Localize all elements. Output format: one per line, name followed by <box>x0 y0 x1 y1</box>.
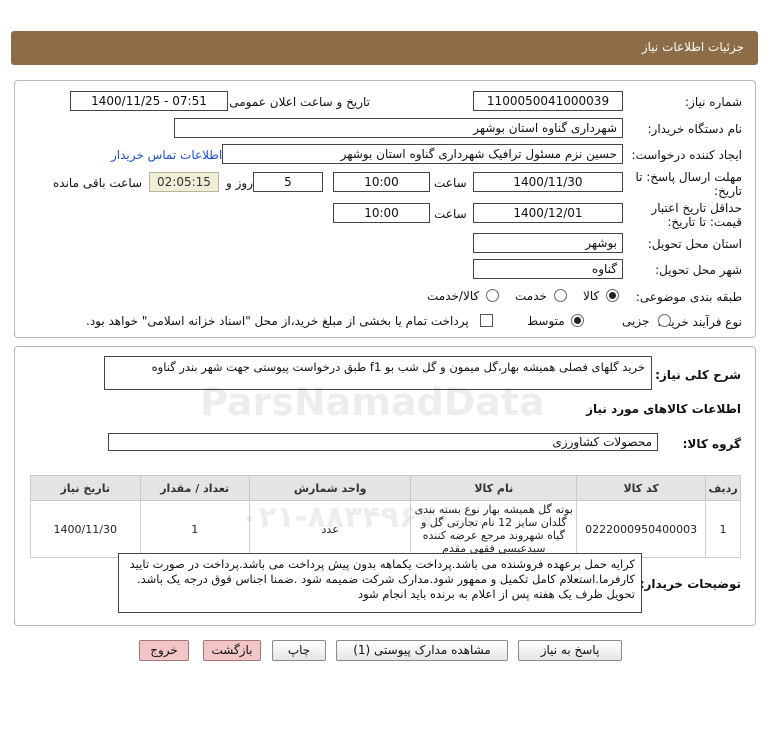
buyer-notes-label: توضیحات خریدار: <box>639 577 741 591</box>
watermark-phone: ۰۲۱-۸۸۳۴۹۶۷۰ <box>240 500 454 535</box>
process-radio-medium[interactable] <box>571 314 584 327</box>
col-code: کد کالا <box>576 475 707 501</box>
remaining-label: ساعت باقی مانده <box>53 176 143 190</box>
payment-note: پرداخت تمام یا بخشی از مبلغ خرید،از محل … <box>86 314 469 328</box>
col-unit: واحد شمارش <box>248 475 412 501</box>
validity-date-field: 1400/12/01 <box>473 203 623 223</box>
city-label: شهر محل تحویل: <box>655 263 742 277</box>
days-label: روز و <box>226 176 253 190</box>
buyer-org-field: شهرداری گناوه استان بوشهر <box>174 118 623 138</box>
goods-group-label: گروه کالا: <box>682 437 741 451</box>
announce-label: تاریخ و ساعت اعلان عمومی: <box>225 95 370 109</box>
col-row: ردیف <box>705 475 741 501</box>
goods-group-field: محصولات کشاورزی <box>108 433 658 451</box>
validity-time-field: 10:00 <box>333 203 430 223</box>
col-date: تاریخ نیاز <box>30 475 141 501</box>
category-radio-goods[interactable] <box>606 289 619 302</box>
deadline-label: مهلت ارسال پاسخ: تا <box>635 170 742 184</box>
print-button[interactable]: چاپ <box>272 640 326 661</box>
category-option-service: خدمت <box>515 289 547 303</box>
cell-code: 0222000950400003 <box>576 500 707 558</box>
category-label: طبقه بندی موضوعی: <box>635 290 742 304</box>
category-option-goods-service: کالا/خدمت <box>427 289 480 303</box>
view-attachments-button[interactable]: مشاهده مدارک پیوستی (1) <box>336 640 508 661</box>
announce-field: 1400/11/25 - 07:51 <box>70 91 228 111</box>
creator-field: حسین نزم مسئول ترافیک شهرداری گناوه استا… <box>222 144 623 164</box>
cell-qty: 1 <box>139 500 250 558</box>
watermark-logo: ParsNamadData <box>200 380 545 424</box>
validity-label-date: قیمت: تا تاریخ: <box>667 215 742 229</box>
category-option-goods: کالا <box>583 289 600 303</box>
province-field: بوشهر <box>473 233 623 253</box>
treasury-checkbox[interactable] <box>480 314 493 327</box>
summary-label: شرح کلی نیاز: <box>655 368 741 382</box>
buyer-org-label: نام دستگاه خریدار: <box>647 122 743 136</box>
watermark-brand: ParsNamadData <box>200 380 545 424</box>
cell-row: 1 <box>705 500 741 558</box>
goods-section-title: اطلاعات کالاهای مورد نیاز <box>586 402 741 416</box>
deadline-time-field: 10:00 <box>333 172 430 192</box>
cell-date: 1400/11/30 <box>30 500 141 558</box>
buyer-notes-text: کرایه حمل برعهده فروشنده می باشد.پرداخت … <box>118 553 642 613</box>
back-button[interactable]: بازگشت <box>203 640 261 661</box>
exit-button[interactable]: خروج <box>139 640 189 661</box>
province-label: استان محل تحویل: <box>647 237 742 251</box>
validity-time-label: ساعت <box>434 207 467 221</box>
goods-table-header: ردیف کد کالا نام کالا واحد شمارش تعداد /… <box>30 475 741 501</box>
days-field: 5 <box>253 172 323 192</box>
deadline-label-date: تاریخ: <box>714 184 742 198</box>
reply-button[interactable]: پاسخ به نیاز <box>518 640 622 661</box>
watermark-phone-text: ۰۲۱-۸۸۳۴۹۶۷۰ <box>240 500 454 535</box>
col-name: نام کالا <box>410 475 578 501</box>
col-qty: تعداد / مقدار <box>139 475 250 501</box>
creator-label: ایجاد کننده درخواست: <box>631 148 742 162</box>
deadline-date-field: 1400/11/30 <box>473 172 623 192</box>
process-option-minor: جزیی <box>622 314 650 328</box>
page-title: جزئیات اطلاعات نیاز <box>641 40 744 54</box>
need-number-label: شماره نیاز: <box>685 95 742 109</box>
category-radio-goods-service[interactable] <box>486 289 499 302</box>
remaining-time-field: 02:05:15 <box>149 172 219 192</box>
process-radio-minor[interactable] <box>658 314 671 327</box>
need-number-field: 1100050041000039 <box>473 91 623 111</box>
page-header: جزئیات اطلاعات نیاز <box>11 31 758 65</box>
validity-label: حداقل تاریخ اعتبار <box>651 201 742 215</box>
category-radio-service[interactable] <box>554 289 567 302</box>
contact-buyer-link[interactable]: اطلاعات تماس خریدار <box>111 148 222 162</box>
process-option-medium: متوسط <box>527 314 565 328</box>
city-field: گناوه <box>473 259 623 279</box>
deadline-time-label: ساعت <box>434 176 467 190</box>
